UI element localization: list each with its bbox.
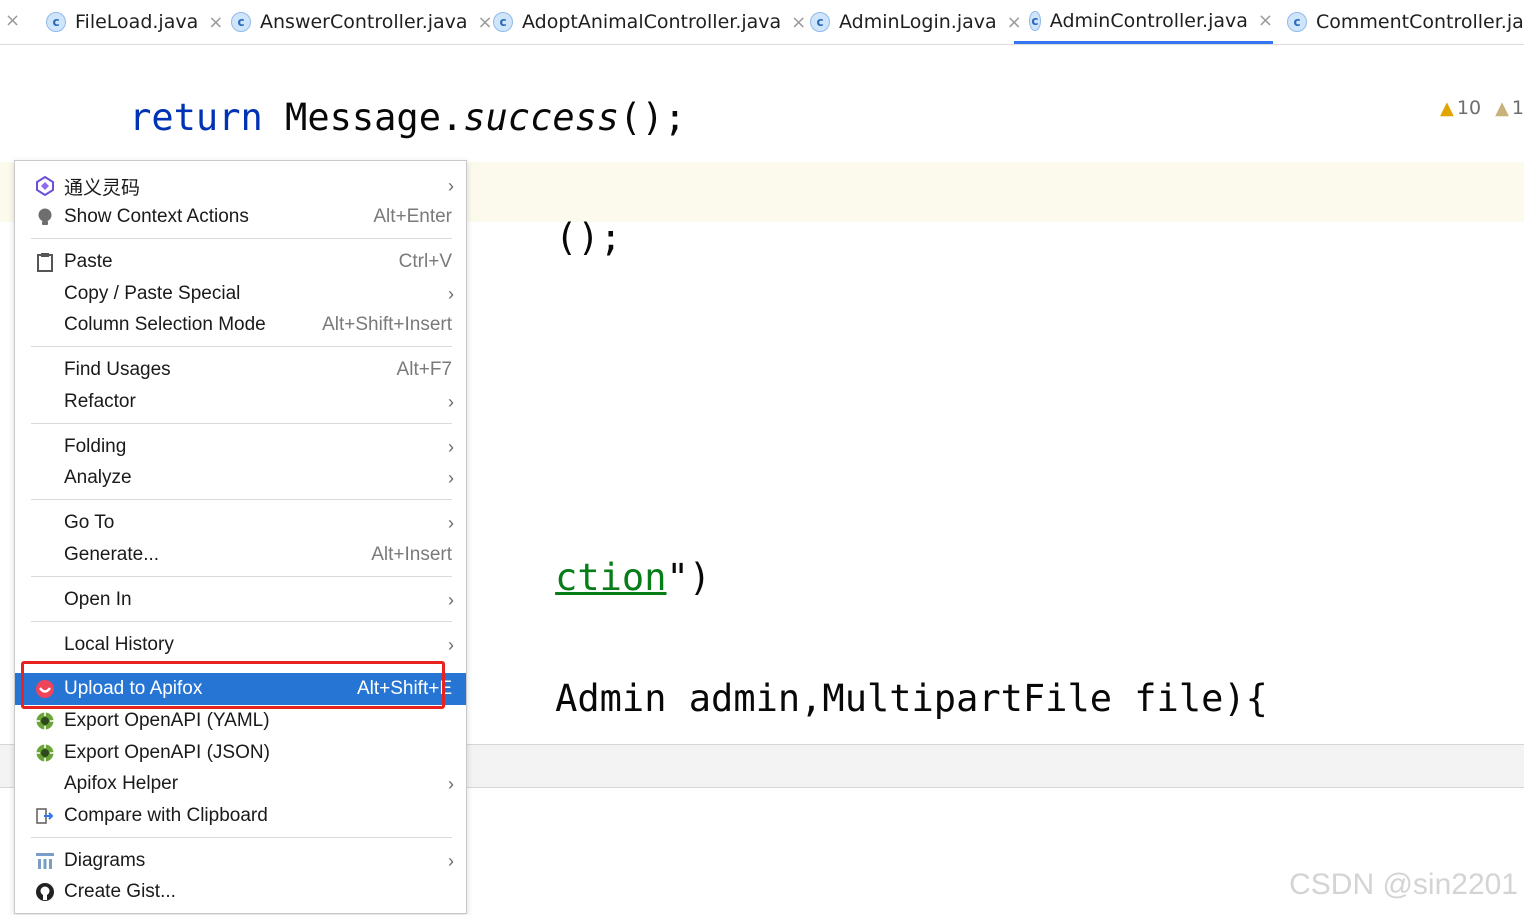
menu-separator bbox=[31, 238, 452, 239]
chevron-right-icon: › bbox=[448, 773, 454, 794]
menu-item-paste[interactable]: Paste Ctrl+V bbox=[15, 246, 466, 278]
menu-separator bbox=[31, 621, 452, 622]
tab-label: FileLoad.java bbox=[75, 11, 199, 33]
menu-item-refactor[interactable]: Refactor › bbox=[15, 386, 466, 418]
close-icon[interactable]: × bbox=[5, 10, 20, 31]
menu-item-generate[interactable]: Generate... Alt+Insert bbox=[15, 539, 466, 571]
close-icon[interactable]: × bbox=[791, 12, 806, 33]
weak-warning-indicator[interactable]: ▲ 1 bbox=[1495, 97, 1524, 119]
tab-answer-controller[interactable]: c AnswerController.java × bbox=[231, 0, 493, 44]
menu-item-open-in[interactable]: Open In › bbox=[15, 584, 466, 616]
menu-separator bbox=[31, 837, 452, 838]
watermark: CSDN @sin2201 bbox=[1289, 868, 1518, 901]
menu-separator bbox=[31, 499, 452, 500]
java-class-icon: c bbox=[493, 12, 513, 32]
chevron-right-icon: › bbox=[448, 391, 454, 412]
clipboard-icon bbox=[37, 253, 53, 272]
chevron-right-icon: › bbox=[448, 436, 454, 457]
java-class-icon: c bbox=[1029, 10, 1041, 31]
code-line: (); bbox=[555, 216, 622, 259]
warning-icon: ▲ bbox=[1440, 98, 1454, 119]
close-icon[interactable]: × bbox=[208, 12, 223, 33]
editor-context-menu: 通义灵码 › Show Context Actions Alt+Enter Pa… bbox=[14, 160, 467, 914]
editor-tab-bar: × c FileLoad.java × c AnswerController.j… bbox=[0, 0, 1524, 45]
menu-item-apifox-helper[interactable]: Apifox Helper › bbox=[15, 768, 466, 800]
menu-item-diagrams[interactable]: Diagrams › bbox=[15, 845, 466, 877]
java-class-icon: c bbox=[810, 12, 830, 32]
tab-label: AdoptAnimalController.java bbox=[522, 11, 782, 33]
java-class-icon: c bbox=[46, 12, 66, 32]
menu-separator bbox=[31, 346, 452, 347]
tab-fileload[interactable]: c FileLoad.java × bbox=[46, 0, 223, 44]
chevron-right-icon: › bbox=[448, 850, 454, 871]
menu-item-analyze[interactable]: Analyze › bbox=[15, 462, 466, 494]
menu-item-copy-paste-special[interactable]: Copy / Paste Special › bbox=[15, 278, 466, 310]
tab-label: CommentController.jav bbox=[1316, 11, 1524, 33]
java-class-icon: c bbox=[1287, 12, 1307, 32]
menu-item-export-openapi-json[interactable]: Export OpenAPI (JSON) bbox=[15, 737, 466, 769]
openapi-icon bbox=[36, 744, 54, 762]
close-icon[interactable]: × bbox=[478, 12, 493, 33]
tab-label: AdminController.java bbox=[1049, 9, 1248, 32]
tongyi-icon bbox=[36, 176, 54, 196]
menu-item-tongyi[interactable]: 通义灵码 › bbox=[15, 170, 466, 202]
chevron-right-icon: › bbox=[448, 634, 454, 655]
diagram-icon bbox=[36, 853, 54, 869]
tab-comment-controller[interactable]: c CommentController.jav bbox=[1287, 0, 1524, 44]
menu-separator bbox=[31, 576, 452, 577]
menu-item-column-selection-mode[interactable]: Column Selection Mode Alt+Shift+Insert bbox=[15, 309, 466, 341]
chevron-right-icon: › bbox=[448, 175, 454, 196]
chevron-right-icon: › bbox=[448, 512, 454, 533]
github-icon bbox=[36, 883, 54, 901]
close-icon[interactable]: × bbox=[1258, 10, 1273, 31]
openapi-icon bbox=[36, 712, 54, 730]
tab-label: AdminLogin.java bbox=[839, 11, 997, 33]
menu-item-create-gist[interactable]: Create Gist... bbox=[15, 876, 466, 908]
tab-admin-controller[interactable]: c AdminController.java × bbox=[1014, 0, 1273, 44]
menu-item-find-usages[interactable]: Find Usages Alt+F7 bbox=[15, 354, 466, 386]
compare-icon bbox=[36, 808, 54, 824]
java-class-icon: c bbox=[231, 12, 251, 32]
menu-separator bbox=[31, 423, 452, 424]
chevron-right-icon: › bbox=[448, 589, 454, 610]
annotation-highlight-box bbox=[21, 661, 445, 709]
warning-icon: ▲ bbox=[1495, 98, 1509, 119]
tab-label: AnswerController.java bbox=[260, 11, 468, 33]
bulb-icon bbox=[38, 208, 52, 225]
menu-item-show-context-actions[interactable]: Show Context Actions Alt+Enter bbox=[15, 201, 466, 233]
tab-admin-login[interactable]: c AdminLogin.java × bbox=[810, 0, 1022, 44]
menu-item-compare-with-clipboard[interactable]: Compare with Clipboard bbox=[15, 800, 466, 832]
inspection-widget[interactable]: ▲ 10 ▲ 1 bbox=[1440, 97, 1524, 119]
chevron-right-icon: › bbox=[448, 283, 454, 304]
menu-item-local-history[interactable]: Local History › bbox=[15, 629, 466, 661]
menu-item-folding[interactable]: Folding › bbox=[15, 431, 466, 463]
menu-item-export-openapi-yaml[interactable]: Export OpenAPI (YAML) bbox=[15, 705, 466, 737]
warning-indicator[interactable]: ▲ 10 bbox=[1440, 97, 1481, 119]
chevron-right-icon: › bbox=[448, 467, 454, 488]
tab-adopt-animal-controller[interactable]: c AdoptAnimalController.java × bbox=[493, 0, 806, 44]
code-line: ction") bbox=[555, 556, 712, 599]
menu-item-go-to[interactable]: Go To › bbox=[15, 507, 466, 539]
